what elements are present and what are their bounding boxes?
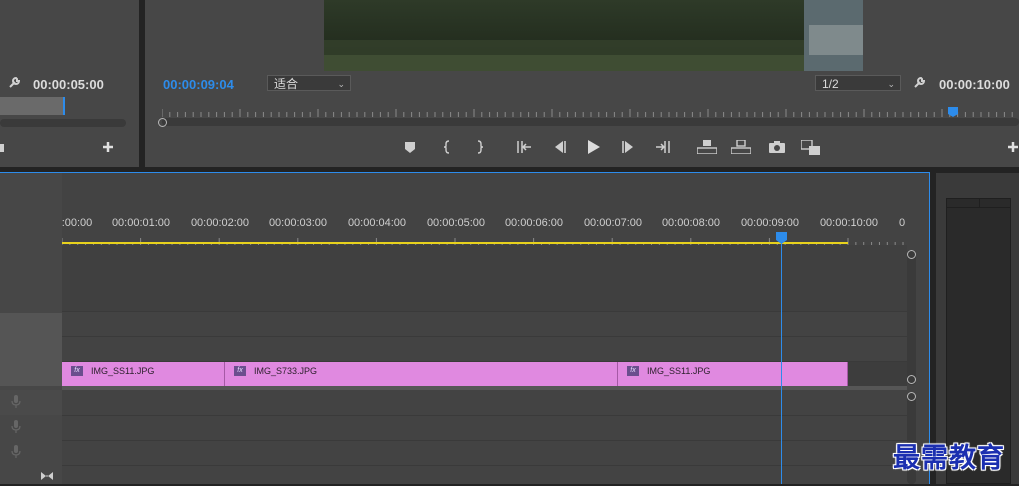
fx-badge-icon: fx bbox=[234, 366, 246, 376]
source-timecode[interactable]: 00:00:05:00 bbox=[33, 77, 104, 92]
clip-name: IMG_S733.JPG bbox=[254, 366, 318, 376]
step-back-button[interactable] bbox=[551, 139, 567, 155]
program-video-frame bbox=[324, 0, 863, 71]
program-duration-timecode: 00:00:10:00 bbox=[939, 77, 1010, 92]
source-scrub-indicator bbox=[63, 97, 65, 115]
ruler-label: 00:00:05:00 bbox=[426, 217, 486, 229]
scroll-handle-bottom[interactable] bbox=[907, 375, 916, 384]
program-time-ruler[interactable] bbox=[161, 104, 1019, 117]
ruler-label: 00:00:03:00 bbox=[268, 217, 328, 229]
source-monitor-panel: 00:00:05:00 bbox=[0, 0, 139, 167]
step-forward-button[interactable] bbox=[621, 139, 637, 155]
chevron-down-icon: ⌄ bbox=[887, 79, 895, 89]
extract-button[interactable] bbox=[730, 139, 752, 155]
ruler-label: :00:00 bbox=[61, 217, 93, 229]
resolution-select[interactable]: 1/2 ⌄ bbox=[815, 75, 901, 91]
audio-meter-divider bbox=[979, 198, 980, 208]
camera-icon[interactable] bbox=[768, 139, 786, 155]
fx-badge-icon: fx bbox=[627, 366, 639, 376]
mark-in-button[interactable] bbox=[440, 139, 454, 155]
ruler-label: 0 bbox=[898, 217, 906, 229]
clip-name: IMG_SS11.JPG bbox=[91, 366, 155, 376]
fx-badge-icon: fx bbox=[71, 366, 83, 376]
source-scrub-bar[interactable] bbox=[0, 97, 65, 115]
video-track-header bbox=[0, 313, 62, 386]
chevron-down-icon: ⌄ bbox=[337, 79, 345, 89]
source-add-button[interactable] bbox=[101, 140, 115, 154]
program-scroll-track[interactable] bbox=[162, 118, 1019, 126]
clip[interactable]: fx IMG_SS11.JPG bbox=[62, 362, 225, 386]
bowtie-icon[interactable] bbox=[40, 468, 54, 480]
resolution-select-value: 1/2 bbox=[822, 77, 839, 91]
wrench-icon[interactable] bbox=[7, 76, 21, 90]
ruler-label: 00:00:07:00 bbox=[583, 217, 643, 229]
program-add-button[interactable] bbox=[1006, 140, 1019, 154]
watermark-text: 最需教育 bbox=[893, 443, 1005, 474]
play-button[interactable] bbox=[586, 138, 602, 156]
work-area-bar[interactable] bbox=[62, 242, 848, 244]
video-vertical-scrollbar[interactable] bbox=[907, 250, 916, 385]
ruler-label: 00:00:06:00 bbox=[504, 217, 564, 229]
ruler-label: 00:00:08:00 bbox=[661, 217, 721, 229]
compare-view-button[interactable] bbox=[800, 139, 822, 157]
scroll-handle-top[interactable] bbox=[907, 392, 916, 401]
zoom-select-value: 适合 bbox=[274, 77, 299, 91]
zoom-select[interactable]: 适合 ⌄ bbox=[267, 75, 351, 91]
program-scroll-handle[interactable] bbox=[158, 118, 167, 127]
clip-name: IMG_SS11.JPG bbox=[647, 366, 711, 376]
scroll-handle-top[interactable] bbox=[907, 250, 916, 259]
mark-out-button[interactable] bbox=[473, 139, 487, 155]
audio-track-header-a1 bbox=[0, 390, 62, 415]
ruler-label: 00:00:02:00 bbox=[190, 217, 250, 229]
wrench-icon[interactable] bbox=[912, 76, 926, 90]
go-to-out-button[interactable] bbox=[654, 139, 672, 155]
marker-button[interactable] bbox=[403, 140, 417, 154]
track-headers bbox=[0, 173, 62, 484]
microphone-icon[interactable] bbox=[11, 445, 21, 459]
clip[interactable]: fx IMG_S733.JPG bbox=[225, 362, 618, 386]
clip[interactable]: fx IMG_SS11.JPG bbox=[618, 362, 848, 386]
timeline-playhead-line[interactable] bbox=[781, 243, 782, 484]
source-stop-icon[interactable] bbox=[0, 144, 4, 152]
source-scroll-track[interactable] bbox=[0, 119, 126, 127]
program-current-timecode[interactable]: 00:00:09:04 bbox=[163, 77, 234, 92]
lift-button[interactable] bbox=[696, 139, 718, 155]
ruler-label: 00:00:04:00 bbox=[347, 217, 407, 229]
ruler-label: 00:00:01:00 bbox=[111, 217, 171, 229]
ruler-label: 00:00:09:00 bbox=[740, 217, 800, 229]
ruler-label: 00:00:10:00 bbox=[819, 217, 879, 229]
program-monitor-panel: 00:00:09:04 适合 ⌄ 1/2 ⌄ 00:00:10:00 bbox=[145, 0, 1019, 167]
program-playhead[interactable] bbox=[948, 104, 958, 117]
microphone-icon[interactable] bbox=[11, 395, 21, 409]
microphone-icon[interactable] bbox=[11, 420, 21, 434]
timeline-playhead-handle[interactable] bbox=[776, 231, 787, 244]
go-to-in-button[interactable] bbox=[515, 139, 533, 155]
